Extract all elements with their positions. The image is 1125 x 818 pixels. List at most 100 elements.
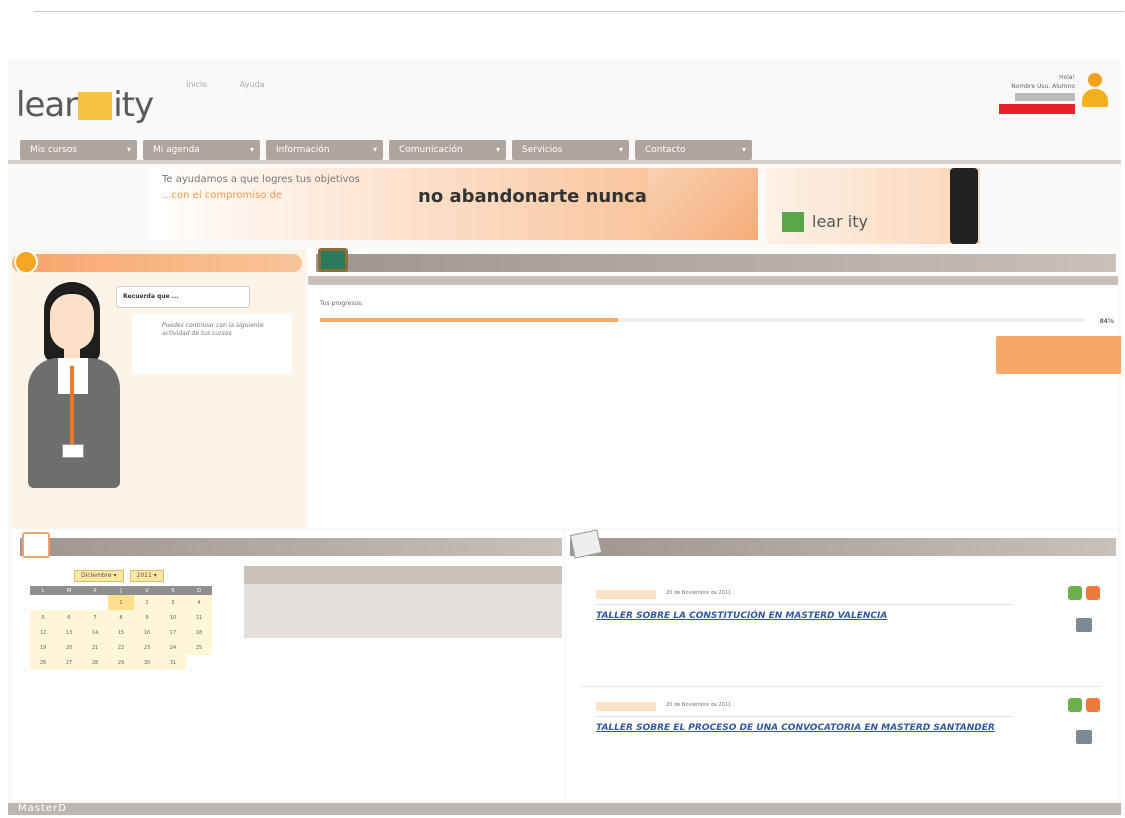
progress-track [320, 318, 1084, 322]
news-title-link[interactable]: TALLER SOBRE EL PROCESO DE UNA CONVOCATO… [596, 722, 996, 734]
thumbs-up-image [648, 168, 758, 240]
user-greeting: Hola! [1059, 74, 1075, 81]
nav-informacion[interactable]: Información [266, 140, 383, 160]
calendar-day[interactable]: 23 [134, 640, 160, 655]
logo: lear ity [16, 85, 154, 125]
profile-button[interactable] [1015, 93, 1075, 101]
main-nav: Mis cursos Mi agenda Información Comunic… [20, 140, 752, 160]
next-events-box [244, 566, 562, 638]
calendar-day[interactable]: 10 [160, 610, 186, 625]
nav-underline [8, 160, 1121, 164]
top-links: Inicio Ayuda [186, 80, 294, 89]
calendar-day[interactable]: 1 [108, 595, 134, 610]
nav-servicios[interactable]: Servicios [512, 140, 629, 160]
calendar-day[interactable]: 14 [82, 625, 108, 640]
month-select[interactable]: Diciembre ▾ [74, 570, 124, 582]
year-select[interactable]: 2011 ▾ [129, 570, 164, 582]
weekday-header: L [30, 586, 56, 595]
nav-contacto[interactable]: Contacto [635, 140, 752, 160]
progress-percent: 84% [1099, 318, 1114, 325]
assistant-header [12, 250, 302, 274]
footer-brand: MasterD [18, 803, 67, 814]
calendar-day[interactable]: 5 [30, 610, 56, 625]
avatar[interactable] [1081, 73, 1109, 113]
calendar-day[interactable]: 16 [134, 625, 160, 640]
phone-icon [950, 168, 978, 244]
calendar-day[interactable]: 22 [108, 640, 134, 655]
calendar-day[interactable]: 15 [108, 625, 134, 640]
blackboard-icon [318, 248, 348, 272]
news-header [569, 529, 1116, 559]
nav-mis-cursos[interactable]: Mis cursos [20, 140, 137, 160]
calendar-day[interactable]: 11 [186, 610, 212, 625]
weekday-header: J [108, 586, 134, 595]
thumbs-up-icon[interactable] [1068, 698, 1082, 712]
house-icon [782, 212, 804, 232]
banner-headline: no abandonarte nunca. [418, 186, 654, 207]
calendar-day[interactable]: 18 [186, 625, 212, 640]
logo-mark [78, 92, 113, 120]
news-panel: 20 de Noviembre de 2011 TALLER SOBRE LA … [566, 529, 1118, 800]
logout-button[interactable] [999, 104, 1075, 114]
toplink-inicio[interactable]: Inicio [186, 80, 207, 89]
assistant-panel: Recuerda que ... Puedes continuar con la… [12, 250, 306, 528]
progress-fill [320, 318, 618, 322]
calendar-day[interactable]: 8 [108, 610, 134, 625]
calendar-grid: LMXJVSD 1 2 3 4 5 6 7 8 9 10 11 12 13 14 15 16 17 18 19 20 2… [30, 586, 212, 670]
thumbs-down-icon[interactable] [1086, 698, 1100, 712]
thumbs-up-icon[interactable] [1068, 586, 1082, 600]
banner-line1: Te ayudamos a que logres tus objetivos [162, 174, 360, 185]
news-date: 20 de Noviembre de 2011 [666, 702, 732, 708]
progress-header [316, 248, 1116, 272]
next-events-text [244, 584, 562, 596]
calendar-empty-cell [30, 595, 56, 610]
calendar-day[interactable]: 20 [56, 640, 82, 655]
next-events-title [244, 566, 562, 584]
calendar-day[interactable]: 6 [56, 610, 82, 625]
calendar-day[interactable]: 25 [186, 640, 212, 655]
calendar-day[interactable]: 13 [56, 625, 82, 640]
calendar-selectors: Diciembre ▾ 2011 ▾ [74, 570, 164, 582]
banner-line2: ...con el compromiso de [162, 190, 283, 201]
agenda-panel: Diciembre ▾ 2011 ▾ LMXJVSD 1 2 3 4 5 6 7 8 9 10 11… [12, 530, 564, 800]
comment-icon[interactable] [1076, 730, 1092, 744]
comment-icon[interactable] [1076, 618, 1092, 632]
calendar-day[interactable]: 24 [160, 640, 186, 655]
calendar-day[interactable]: 21 [82, 640, 108, 655]
nav-mi-agenda[interactable]: Mi agenda [143, 140, 260, 160]
weekday-header: D [186, 586, 212, 595]
toplink-ayuda[interactable]: Ayuda [240, 80, 265, 89]
news-tag [596, 590, 656, 599]
calendar-day[interactable]: 2 [134, 595, 160, 610]
calendar-day[interactable]: 19 [30, 640, 56, 655]
thumbs-down-icon[interactable] [1086, 586, 1100, 600]
weekday-header: M [56, 586, 82, 595]
calendar-day[interactable]: 12 [30, 625, 56, 640]
progress-panel: Tus progresos: 84% [308, 248, 1121, 528]
mobile-promo[interactable]: lear ity [766, 168, 980, 244]
calendar-day[interactable]: 30 [134, 655, 160, 670]
calendar-day[interactable]: 27 [56, 655, 82, 670]
calendar-empty-cell [56, 595, 82, 610]
news-date: 20 de Noviembre de 2011 [666, 590, 732, 596]
news-title-link[interactable]: TALLER SOBRE LA CONSTITUCIÓN EN MASTERD … [596, 610, 996, 622]
news-divider [582, 686, 1100, 687]
calendar-day[interactable]: 3 [160, 595, 186, 610]
calendar-day[interactable]: 26 [30, 655, 56, 670]
nav-comunicacion[interactable]: Comunicación [389, 140, 506, 160]
calendar-icon [22, 532, 50, 558]
calendar-day[interactable]: 7 [82, 610, 108, 625]
top-divider [34, 11, 1124, 12]
calendar-day[interactable]: 31 [160, 655, 186, 670]
promo-logo: lear ity [812, 212, 868, 231]
calendar-day[interactable]: 17 [160, 625, 186, 640]
assistant-message: Puedes continuar con la siguiente activi… [132, 314, 292, 374]
calendar-day[interactable]: 4 [186, 595, 212, 610]
continue-course-button[interactable] [996, 336, 1121, 374]
user-name: Nombre Usu. Alumno [1011, 83, 1075, 90]
calendar-day[interactable]: 29 [108, 655, 134, 670]
calendar-day[interactable]: 28 [82, 655, 108, 670]
calendar-day[interactable]: 9 [134, 610, 160, 625]
assistant-avatar [12, 282, 144, 518]
progress-subheader [308, 276, 1118, 285]
